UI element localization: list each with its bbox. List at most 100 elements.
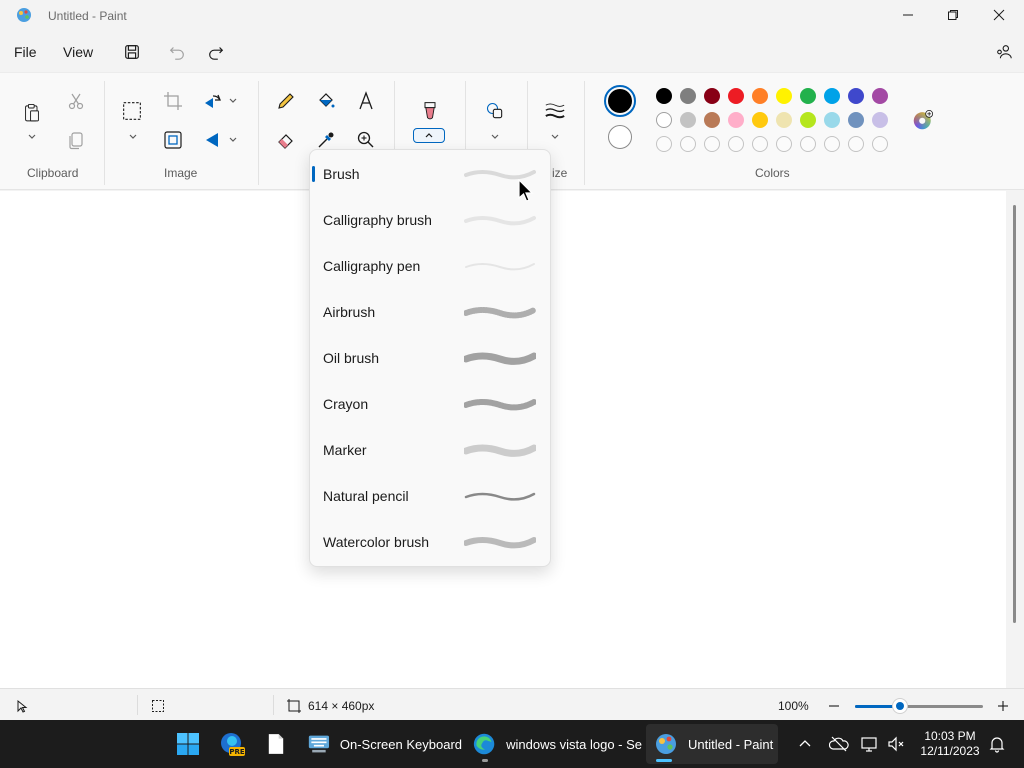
brush-option[interactable]: Watercolor brush [310,519,550,565]
zoom-slider-track[interactable] [855,705,983,708]
palette-color[interactable] [752,112,768,128]
taskbar-edge-browser[interactable]: windows vista logo - Se [466,724,642,764]
brush-option[interactable]: Calligraphy brush [310,197,550,243]
flip-chevron-down-icon[interactable] [228,135,238,145]
menu-bar: File View [0,32,1024,72]
active-indicator [656,759,672,762]
size-chevron-down-icon[interactable] [550,132,560,142]
empty-custom-color[interactable] [848,136,864,152]
empty-custom-color[interactable] [752,136,768,152]
brush-option[interactable]: Natural pencil [310,473,550,519]
copy-button[interactable] [64,128,88,152]
select-button[interactable] [120,99,144,123]
clock[interactable]: 10:03 PM 12/11/2023 [918,729,982,759]
brush-option[interactable]: Marker [310,427,550,473]
vertical-scrollbar[interactable] [1006,191,1024,688]
save-button[interactable] [122,42,142,62]
taskbar-file[interactable] [260,724,292,764]
shapes-button[interactable] [483,99,507,123]
cut-button[interactable] [64,89,88,113]
ribbon-separator [104,81,105,185]
palette-color[interactable] [656,88,672,104]
text-tool[interactable] [354,89,378,113]
network-icon[interactable] [860,734,880,754]
brush-option[interactable]: Crayon [310,381,550,427]
crop-button[interactable] [161,89,185,113]
palette-color[interactable] [824,88,840,104]
empty-custom-color[interactable] [704,136,720,152]
palette-color[interactable] [704,88,720,104]
empty-custom-color[interactable] [728,136,744,152]
taskbar-edge-preview[interactable]: PRE [214,724,250,764]
palette-color[interactable] [776,112,792,128]
empty-custom-color[interactable] [680,136,696,152]
share-button[interactable] [994,42,1014,62]
start-button[interactable] [170,724,206,764]
palette-color[interactable] [752,88,768,104]
eraser-tool[interactable] [274,128,298,152]
palette-color[interactable] [680,112,696,128]
edit-colors-button[interactable] [910,107,936,133]
minimize-button[interactable] [885,0,931,30]
brush-option[interactable]: Calligraphy pen [310,243,550,289]
palette-color[interactable] [872,112,888,128]
paste-button[interactable] [20,99,44,127]
palette-color[interactable] [800,112,816,128]
palette-color[interactable] [800,88,816,104]
palette-color[interactable] [824,112,840,128]
palette-color[interactable] [776,88,792,104]
taskbar-paint[interactable]: Untitled - Paint [646,724,778,764]
maximize-button[interactable] [930,0,976,30]
onedrive-offline-icon[interactable] [829,734,849,754]
brush-dropdown-menu: Brush Calligraphy brush Calligraphy pen Air… [309,149,551,567]
pencil-tool[interactable] [274,89,298,113]
empty-custom-color[interactable] [656,136,672,152]
status-separator [137,695,138,715]
volume-muted-icon[interactable] [886,734,906,754]
empty-custom-color[interactable] [800,136,816,152]
empty-custom-color[interactable] [824,136,840,152]
view-menu[interactable]: View [63,44,93,60]
undo-button[interactable] [167,42,187,62]
resize-button[interactable] [161,128,185,152]
flip-button[interactable] [201,128,225,152]
brush-option[interactable]: Airbrush [310,289,550,335]
close-icon [993,9,1005,21]
taskbar-on-screen-keyboard[interactable]: On-Screen Keyboard [302,724,462,764]
palette-color[interactable] [656,112,672,128]
brushes-button[interactable] [418,99,442,123]
palette-color[interactable] [680,88,696,104]
palette-color[interactable] [872,88,888,104]
empty-custom-color[interactable] [872,136,888,152]
secondary-color[interactable] [608,125,632,149]
brush-option[interactable]: Oil brush [310,335,550,381]
palette-color[interactable] [728,88,744,104]
zoom-slider-thumb[interactable] [891,698,908,714]
palette-color[interactable] [728,112,744,128]
fill-tool[interactable] [314,89,338,113]
redo-button[interactable] [206,42,226,62]
palette-color[interactable] [704,112,720,128]
palette-color[interactable] [848,88,864,104]
close-button[interactable] [976,0,1022,30]
zoom-in-icon[interactable] [996,699,1010,713]
mouse-cursor-icon [518,179,534,202]
primary-color[interactable] [604,85,636,117]
scrollbar-thumb[interactable] [1013,205,1016,623]
paste-chevron-down-icon[interactable] [27,132,37,142]
chevron-up-icon[interactable] [798,737,812,751]
select-chevron-down-icon[interactable] [128,132,138,142]
rotate-button[interactable] [201,89,225,113]
empty-custom-color[interactable] [776,136,792,152]
zoom-out-icon[interactable] [827,699,841,713]
brush-option[interactable]: Brush [310,151,550,197]
zoom-level-text[interactable]: 100% [778,699,809,713]
file-menu[interactable]: File [14,44,37,60]
notification-bell-icon[interactable] [988,735,1006,753]
size-group-label: ize [552,166,568,180]
brushes-dropdown-toggle[interactable] [413,128,445,143]
shapes-chevron-down-icon[interactable] [490,132,500,142]
size-button[interactable] [543,99,567,123]
rotate-chevron-down-icon[interactable] [228,96,238,106]
palette-color[interactable] [848,112,864,128]
